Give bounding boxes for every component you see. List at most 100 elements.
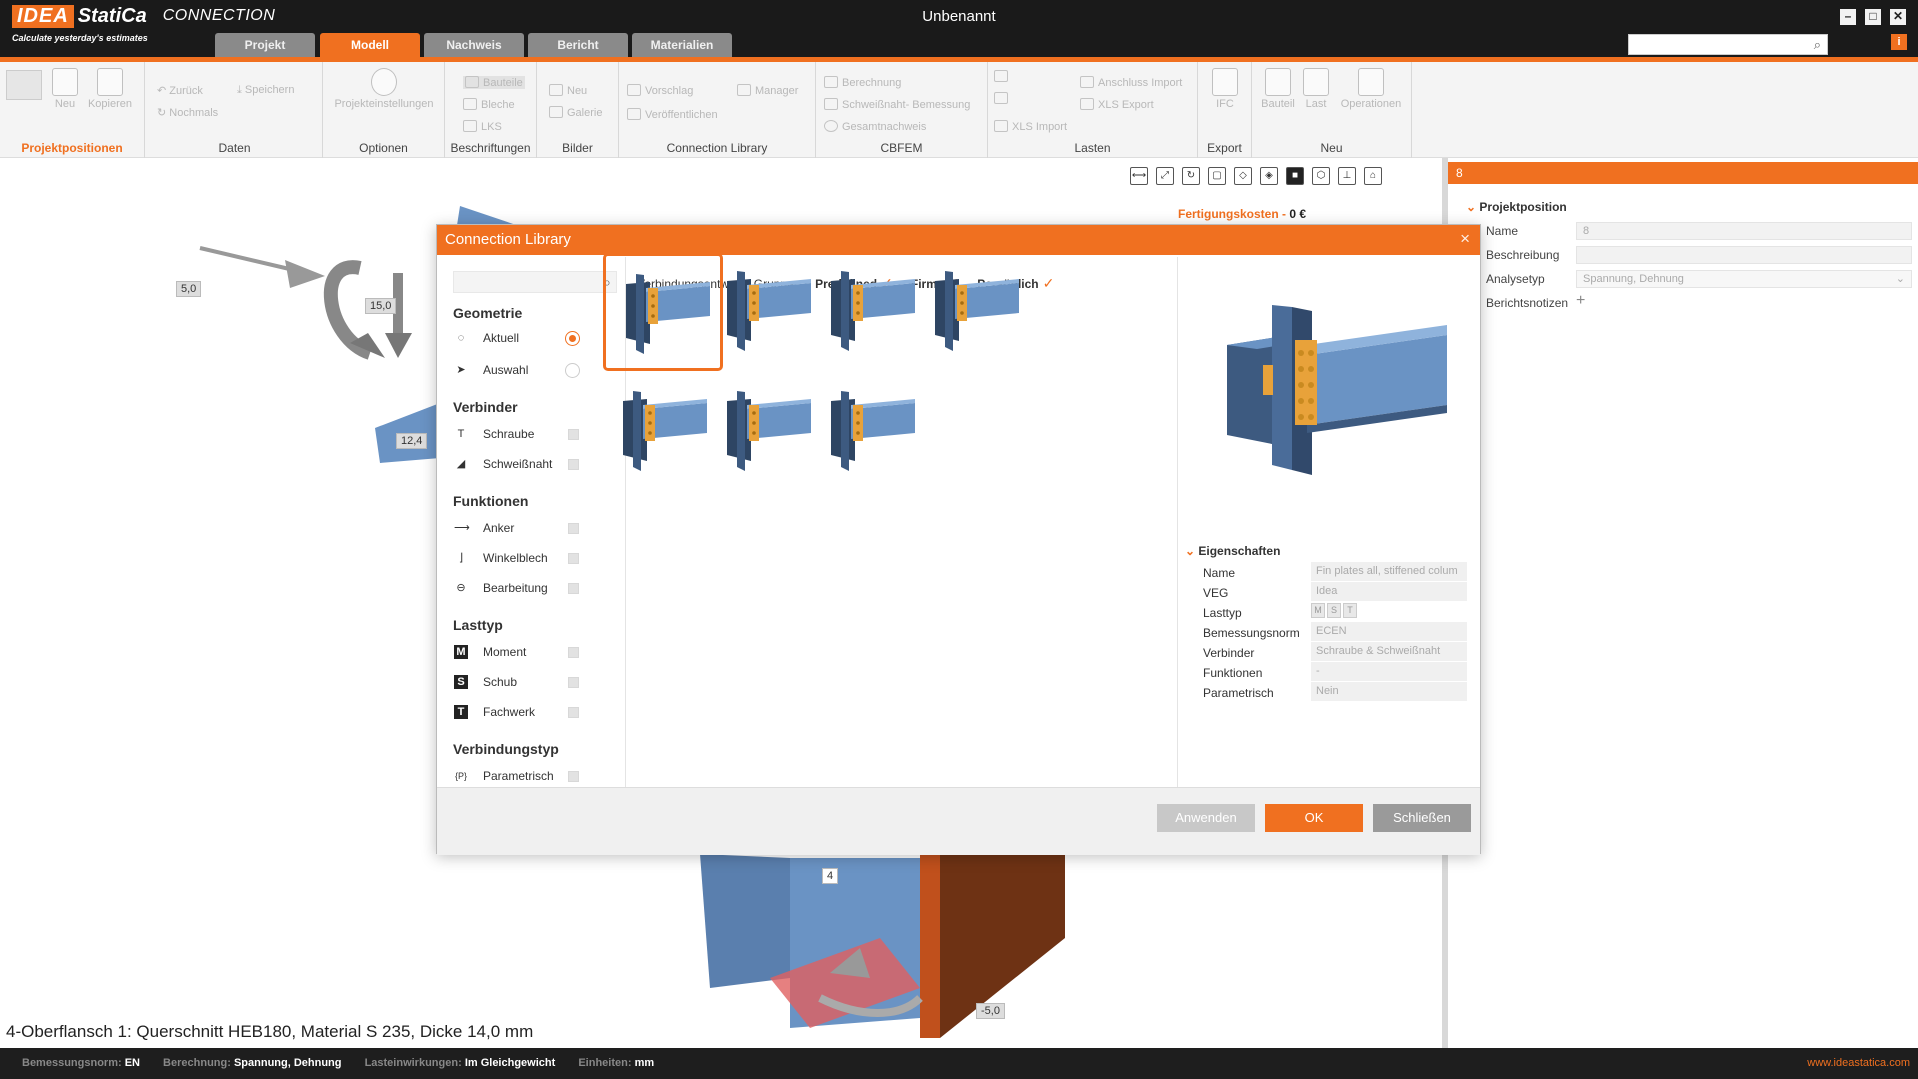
add-note-icon[interactable]: + xyxy=(1576,292,1585,310)
section-view-icon[interactable]: ▢ xyxy=(1208,167,1226,185)
schweissnaht-bemessung-button[interactable]: Schweißnaht- Bemessung xyxy=(824,98,970,111)
nochmals-button[interactable]: ↻ Nochmals xyxy=(157,106,218,119)
wireframe-view-icon[interactable]: ◇ xyxy=(1234,167,1252,185)
last-button[interactable]: Last xyxy=(1300,68,1332,110)
speichern-button[interactable]: ⤓ Speichern xyxy=(237,84,294,97)
close-window-button[interactable]: ✕ xyxy=(1890,9,1906,25)
xls-export-button[interactable]: XLS Export xyxy=(1080,98,1154,111)
schliessen-button[interactable]: Schließen xyxy=(1373,804,1471,832)
filter-aktuell[interactable]: ◌ Aktuell xyxy=(453,329,603,349)
tab-projekt[interactable]: Projekt xyxy=(215,33,315,57)
maximize-button[interactable]: □ xyxy=(1865,9,1881,25)
dimension-label: 12,4 xyxy=(396,433,428,449)
filter-schraube[interactable]: T Schraube xyxy=(453,425,603,445)
prop-veg-value: Idea xyxy=(1311,582,1467,601)
auswahl-radio[interactable] xyxy=(565,363,580,378)
bleche-toggle[interactable]: Bleche xyxy=(463,98,515,111)
vorschlag-button[interactable]: Vorschlag xyxy=(627,84,693,97)
weld-icon: ◢ xyxy=(456,458,466,470)
parametrisch-checkbox[interactable] xyxy=(568,771,579,782)
fachwerk-checkbox[interactable] xyxy=(568,707,579,718)
connection-template-thumbnail[interactable] xyxy=(707,373,827,491)
xls-import-button[interactable]: XLS Import xyxy=(994,120,1067,133)
fit-view-icon[interactable]: ⤢ xyxy=(1156,167,1174,185)
ok-button[interactable]: OK xyxy=(1265,804,1363,832)
galerie-button[interactable]: Galerie xyxy=(549,106,602,119)
minimize-button[interactable]: – xyxy=(1840,9,1856,25)
tab-materialien[interactable]: Materialien xyxy=(632,33,732,57)
aktuell-radio[interactable] xyxy=(565,331,580,346)
check-icon[interactable]: ✓ xyxy=(1043,275,1055,292)
home-view-icon[interactable]: ⌂ xyxy=(1364,167,1382,185)
name-field[interactable]: 8 xyxy=(1576,222,1912,240)
filter-fachwerk[interactable]: T Fachwerk xyxy=(453,703,603,723)
member-icon xyxy=(465,76,479,88)
lks-toggle[interactable]: LKS xyxy=(463,120,502,133)
gesamtnachweis-button[interactable]: Gesamtnachweis xyxy=(824,120,926,133)
veroeffentlichen-button[interactable]: Veröffentlichen xyxy=(627,108,718,121)
section-projektposition[interactable]: ⌄ Projektposition xyxy=(1466,200,1567,214)
tab-nachweis[interactable]: Nachweis xyxy=(424,33,524,57)
bearbeitung-checkbox[interactable] xyxy=(568,583,579,594)
rotate-view-icon[interactable]: ↻ xyxy=(1182,167,1200,185)
bauteil-button[interactable]: Bauteil xyxy=(1258,68,1298,110)
connection-template-thumbnail[interactable] xyxy=(811,373,931,491)
beschreibung-field[interactable] xyxy=(1576,246,1912,264)
connection-template-thumbnail[interactable] xyxy=(707,253,827,371)
ribbon-group-title: Connection Library xyxy=(666,141,768,155)
filter-schweissnaht[interactable]: ◢ Schweißnaht xyxy=(453,455,603,475)
filter-auswahl[interactable]: ➤ Auswahl xyxy=(453,361,603,381)
schraube-checkbox[interactable] xyxy=(568,429,579,440)
close-icon[interactable]: × xyxy=(1460,229,1470,249)
connection-template-thumbnail[interactable] xyxy=(811,253,931,371)
ifc-export-button[interactable]: IFC xyxy=(1206,68,1244,110)
anchor-icon: ⟶ xyxy=(454,522,470,534)
filter-parametrisch[interactable]: {P} Parametrisch xyxy=(453,767,603,787)
winkelblech-checkbox[interactable] xyxy=(568,553,579,564)
connection-template-thumbnail[interactable] xyxy=(603,253,723,371)
load-cases-icon xyxy=(994,92,1008,104)
neu-button[interactable]: Neu xyxy=(48,68,82,110)
moment-checkbox[interactable] xyxy=(568,647,579,658)
filter-schub[interactable]: S Schub xyxy=(453,673,603,693)
global-search-input[interactable]: ⌕ xyxy=(1628,34,1828,55)
website-link[interactable]: www.ideastatica.com xyxy=(1807,1048,1910,1079)
anschluss-import-button[interactable]: Anschluss Import xyxy=(1080,76,1182,89)
bauteile-toggle[interactable]: Bauteile xyxy=(463,76,525,89)
status-key: Berechnung: xyxy=(163,1057,231,1069)
plane-view-icon[interactable]: ⬡ xyxy=(1312,167,1330,185)
filter-bearbeitung[interactable]: ⊖ Bearbeitung xyxy=(453,579,603,599)
manager-button[interactable]: Manager xyxy=(737,84,798,97)
xls-export-icon xyxy=(1080,98,1094,110)
anwenden-button[interactable]: Anwenden xyxy=(1157,804,1255,832)
section-eigenschaften[interactable]: ⌄ Eigenschaften xyxy=(1185,544,1280,558)
tab-bericht[interactable]: Bericht xyxy=(528,33,628,57)
ribbon-group-daten: ↶ Zurück ↻ Nochmals ⤓ Speichern Daten xyxy=(147,62,323,158)
dimensions-view-icon[interactable]: ⟷ xyxy=(1130,167,1148,185)
load-cases-button[interactable] xyxy=(994,92,1012,105)
transparent-view-icon[interactable]: ◈ xyxy=(1260,167,1278,185)
load-effects-button[interactable] xyxy=(994,70,1012,83)
berechnung-button[interactable]: Berechnung xyxy=(824,76,901,89)
tab-modell[interactable]: Modell xyxy=(320,33,420,57)
schweissnaht-checkbox[interactable] xyxy=(568,459,579,470)
filter-winkelblech[interactable]: ⌋ Winkelblech xyxy=(453,549,603,569)
analysetyp-select[interactable]: Spannung, Dehnung ⌄ xyxy=(1576,270,1912,288)
zurueck-button[interactable]: ↶ Zurück xyxy=(157,84,203,97)
projekteinstellungen-button[interactable]: Projekteinstellungen xyxy=(331,68,437,110)
connection-template-thumbnail[interactable] xyxy=(603,373,723,491)
solid-view-icon[interactable]: ■ xyxy=(1286,167,1304,185)
project-position-thumbnail[interactable] xyxy=(6,70,42,100)
anker-checkbox[interactable] xyxy=(568,523,579,534)
ribbon-group-title: Beschriftungen xyxy=(450,141,531,155)
info-button[interactable]: i xyxy=(1891,34,1907,50)
schub-checkbox[interactable] xyxy=(568,677,579,688)
library-search-input[interactable]: ⌕ xyxy=(453,271,617,293)
filter-anker[interactable]: ⟶ Anker xyxy=(453,519,603,539)
connection-template-thumbnail[interactable] xyxy=(915,253,1035,371)
kopieren-button[interactable]: Kopieren xyxy=(86,68,134,110)
operationen-button[interactable]: Operationen xyxy=(1336,68,1406,110)
axes-view-icon[interactable]: ⊥ xyxy=(1338,167,1356,185)
bild-neu-button[interactable]: Neu xyxy=(549,84,587,97)
filter-moment[interactable]: M Moment xyxy=(453,643,603,663)
